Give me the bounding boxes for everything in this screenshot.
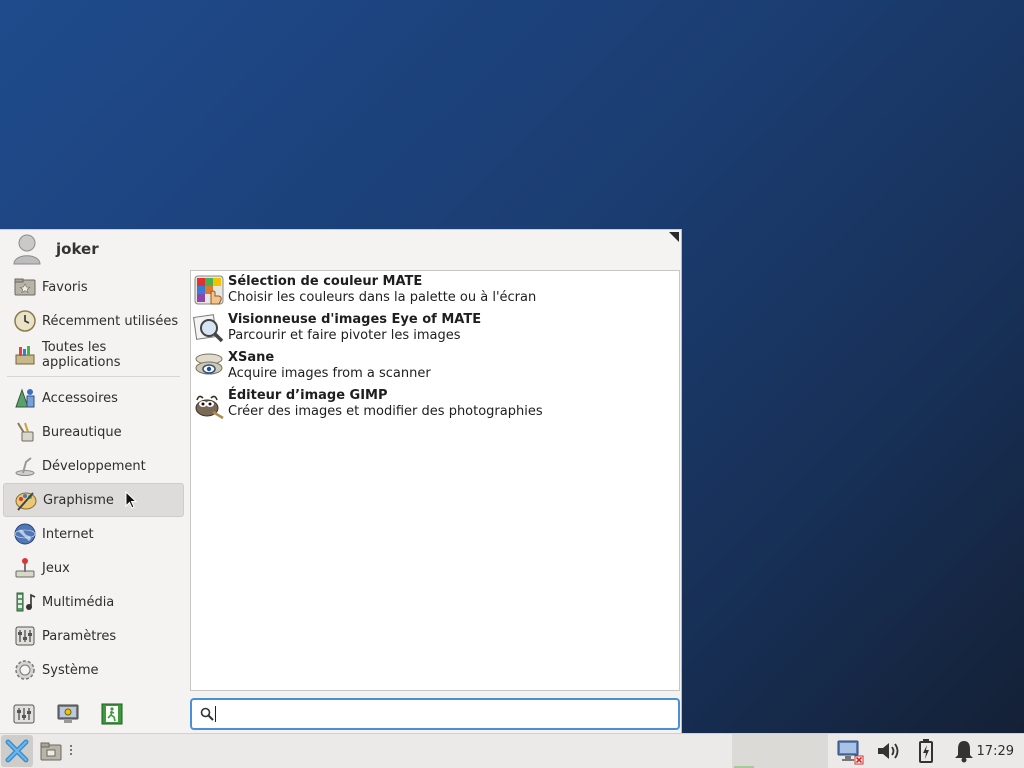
category-settings[interactable]: Paramètres — [3, 619, 184, 653]
category-favorites[interactable]: Favoris — [3, 270, 184, 304]
accessories-icon — [15, 388, 35, 408]
games-joystick-icon — [15, 558, 35, 578]
gimp-icon — [195, 395, 224, 420]
application-list: Sélection de couleur MATE Choisir les co… — [190, 270, 680, 691]
text-caret — [215, 706, 216, 722]
office-icon — [17, 422, 34, 442]
internet-globe-icon — [14, 523, 36, 545]
log-out-icon[interactable] — [100, 702, 124, 726]
app-item-xsane[interactable]: XSane Acquire images from a scanner — [191, 347, 679, 385]
category-office[interactable]: Bureautique — [3, 415, 184, 449]
user-avatar-icon — [13, 234, 41, 265]
category-graphics[interactable]: Graphisme — [3, 483, 184, 517]
category-accessories[interactable]: Accessoires — [3, 381, 184, 415]
search-input[interactable] — [220, 705, 664, 723]
search-icon — [200, 707, 214, 721]
menu-action-buttons — [12, 702, 124, 726]
mouse-pointer-icon — [125, 491, 137, 509]
category-all-applications[interactable]: Toutes les applications — [3, 338, 184, 372]
favorites-folder-icon — [14, 278, 36, 296]
resize-corner-icon[interactable] — [669, 232, 679, 242]
bottom-panel: 17:29 — [0, 733, 1024, 768]
color-picker-icon — [194, 275, 224, 305]
app-item-color-picker[interactable]: Sélection de couleur MATE Choisir les co… — [191, 271, 679, 309]
search-field[interactable] — [190, 698, 680, 730]
category-development[interactable]: Développement — [3, 449, 184, 483]
panel-handle[interactable] — [70, 745, 72, 757]
network-disconnected-icon[interactable] — [836, 737, 864, 765]
lock-screen-icon[interactable] — [56, 702, 80, 726]
scanner-icon — [195, 353, 223, 375]
category-separator — [7, 376, 180, 377]
file-manager-launcher-icon[interactable] — [40, 741, 62, 761]
all-applications-icon — [15, 346, 35, 365]
app-item-gimp[interactable]: Éditeur d’image GIMP Créer des images et… — [191, 385, 679, 423]
category-recent[interactable]: Récemment utilisées — [3, 304, 184, 338]
whisker-menu: joker Favoris Récemment utilisées Toutes… — [0, 229, 682, 733]
settings-icon — [15, 626, 35, 646]
graphics-icon — [15, 492, 37, 511]
notifications-bell-icon[interactable] — [950, 737, 978, 765]
category-internet[interactable]: Internet — [3, 517, 184, 551]
system-tray — [836, 737, 978, 765]
image-viewer-icon — [193, 314, 224, 343]
multimedia-icon — [16, 592, 36, 612]
user-header: joker — [12, 232, 99, 266]
system-gear-icon — [15, 660, 35, 680]
recent-clock-icon — [14, 310, 36, 332]
category-multimedia[interactable]: Multimédia — [3, 585, 184, 619]
app-item-image-viewer[interactable]: Visionneuse d'images Eye of MATE Parcour… — [191, 309, 679, 347]
settings-manager-icon[interactable] — [12, 702, 36, 726]
category-list: Favoris Récemment utilisées Toutes les a… — [3, 270, 184, 687]
battery-charging-icon[interactable] — [912, 737, 940, 765]
clock[interactable]: 17:29 — [977, 744, 1014, 759]
xfce-logo-icon — [5, 739, 29, 763]
window-buttons-area[interactable] — [732, 734, 828, 768]
category-system[interactable]: Système — [3, 653, 184, 687]
development-icon — [15, 457, 35, 476]
volume-icon[interactable] — [874, 737, 902, 765]
applications-menu-button[interactable] — [1, 735, 33, 767]
user-name: joker — [56, 240, 99, 258]
category-games[interactable]: Jeux — [3, 551, 184, 585]
